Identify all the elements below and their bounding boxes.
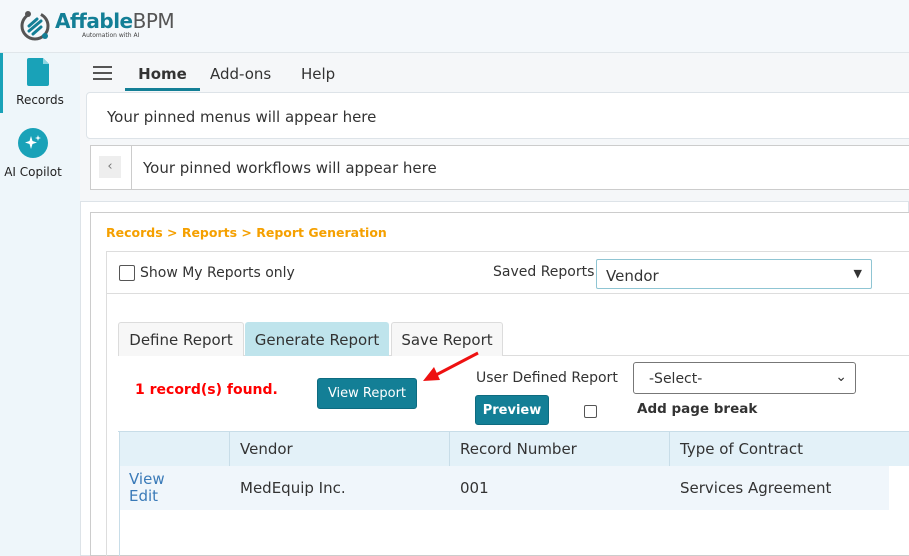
pinned-menus-text: Your pinned menus will appear here	[107, 108, 377, 126]
sidebar-item-ai-copilot[interactable]: AI Copilot	[0, 125, 80, 185]
breadcrumb[interactable]: Records > Reports > Report Generation	[106, 225, 387, 240]
filter-bar: Show My Reports only Saved Reports Vendo…	[106, 251, 909, 294]
preview-button[interactable]: Preview	[475, 395, 549, 425]
chevron-down-icon: ⌄	[835, 369, 847, 385]
view-link[interactable]: View	[129, 471, 220, 488]
pinned-workflows-text: Your pinned workflows will appear here	[143, 159, 437, 177]
sparkle-icon	[18, 128, 48, 158]
document-icon	[27, 58, 49, 86]
user-defined-report-select[interactable]: -Select- ⌄	[633, 362, 856, 394]
sidebar-item-records[interactable]: Records	[0, 53, 80, 113]
pinned-workflows: ‹ Your pinned workflows will appear here	[90, 145, 909, 190]
page-break-checkbox[interactable]	[584, 405, 597, 418]
tab-add-ons[interactable]: Add-ons	[210, 65, 271, 83]
cell-vendor: MedEquip Inc.	[230, 466, 450, 510]
caret-down-icon: ▼	[853, 267, 862, 280]
sidebar: Records AI Copilot	[0, 53, 80, 556]
column-header-record-number[interactable]: Record Number	[450, 432, 670, 466]
pinned-menus: Your pinned menus will appear here	[86, 92, 909, 139]
sidebar-item-label: AI Copilot	[4, 165, 62, 179]
user-defined-report-label: User Defined Report	[476, 370, 618, 386]
column-header-vendor[interactable]: Vendor	[230, 432, 450, 466]
user-defined-report-value: -Select-	[649, 371, 703, 387]
tab-define-report[interactable]: Define Report	[118, 322, 244, 356]
top-bar: AffableBPM Automation with AI	[0, 0, 909, 53]
show-my-reports-checkbox[interactable]	[119, 265, 135, 281]
cell-record-number: 001	[450, 466, 670, 510]
saved-reports-label: Saved Reports	[493, 264, 595, 280]
tab-help[interactable]: Help	[301, 65, 335, 83]
records-found-status: 1 record(s) found.	[135, 382, 278, 398]
cell-type-of-contract: Services Agreement	[670, 466, 889, 510]
tab-generate-report[interactable]: Generate Report	[245, 322, 389, 356]
show-my-reports-label: Show My Reports only	[140, 265, 295, 281]
logo-icon	[20, 11, 50, 41]
main-nav: Home Add-ons Help	[80, 53, 909, 91]
column-header-actions	[119, 432, 230, 466]
saved-reports-select[interactable]: Vendor ▼	[596, 259, 872, 289]
brand-name-b: BPM	[132, 9, 175, 33]
brand-tagline: Automation with AI	[82, 32, 140, 39]
table-row-actions: View Edit	[119, 466, 230, 510]
chevron-left-icon[interactable]: ‹	[99, 156, 121, 178]
saved-reports-value: Vendor	[606, 267, 659, 285]
brand-name: AffableBPM	[55, 9, 175, 33]
column-header-type-of-contract[interactable]: Type of Contract	[670, 432, 909, 466]
view-report-button[interactable]: View Report	[317, 378, 417, 409]
red-arrow-annotation	[423, 351, 479, 381]
sidebar-item-label: Records	[16, 93, 64, 107]
brand-name-a: Affable	[55, 9, 133, 33]
tab-home[interactable]: Home	[125, 65, 200, 91]
hamburger-menu-icon[interactable]	[93, 66, 112, 80]
page-break-label: Add page break	[637, 401, 758, 417]
edit-link[interactable]: Edit	[129, 488, 220, 505]
